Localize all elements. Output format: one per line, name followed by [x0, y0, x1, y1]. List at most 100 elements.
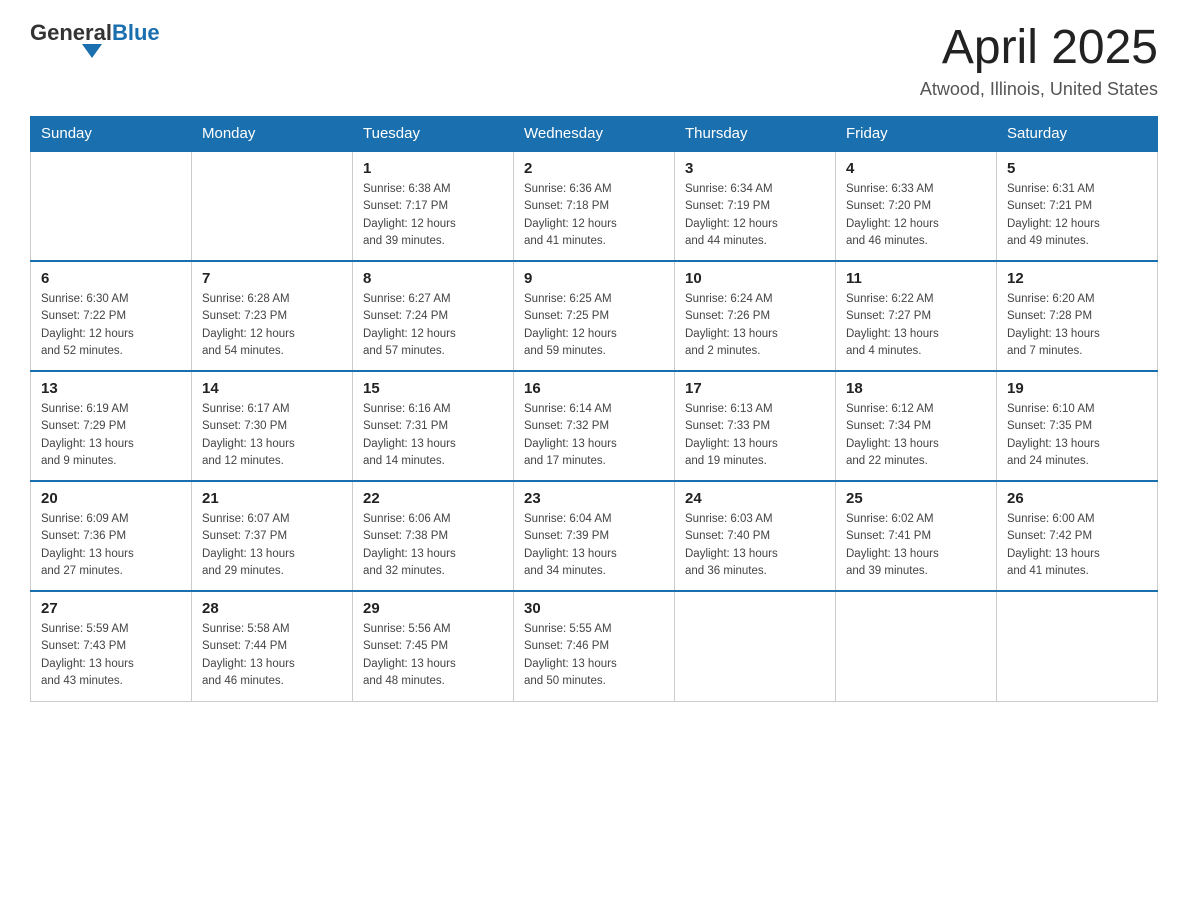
day-info: Sunrise: 6:02 AM Sunset: 7:41 PM Dayligh…: [846, 511, 986, 580]
calendar-day-cell: 17Sunrise: 6:13 AM Sunset: 7:33 PM Dayli…: [675, 371, 836, 481]
day-info: Sunrise: 6:31 AM Sunset: 7:21 PM Dayligh…: [1007, 181, 1147, 250]
logo-arrow-icon: [82, 44, 102, 58]
day-info: Sunrise: 5:58 AM Sunset: 7:44 PM Dayligh…: [202, 621, 342, 690]
day-number: 6: [41, 270, 181, 287]
day-info: Sunrise: 6:19 AM Sunset: 7:29 PM Dayligh…: [41, 401, 181, 470]
calendar-day-header: Wednesday: [514, 117, 675, 152]
day-info: Sunrise: 6:04 AM Sunset: 7:39 PM Dayligh…: [524, 511, 664, 580]
day-info: Sunrise: 6:20 AM Sunset: 7:28 PM Dayligh…: [1007, 291, 1147, 360]
calendar-day-header: Thursday: [675, 117, 836, 152]
day-number: 27: [41, 600, 181, 617]
calendar-day-cell: 21Sunrise: 6:07 AM Sunset: 7:37 PM Dayli…: [192, 481, 353, 591]
day-number: 20: [41, 490, 181, 507]
day-number: 11: [846, 270, 986, 287]
day-info: Sunrise: 6:30 AM Sunset: 7:22 PM Dayligh…: [41, 291, 181, 360]
day-number: 12: [1007, 270, 1147, 287]
calendar-day-cell: 30 Sunrise: 5:55 AM Sunset: 7:46 PM Dayli…: [514, 591, 675, 701]
day-info: Sunrise: 6:10 AM Sunset: 7:35 PM Dayligh…: [1007, 401, 1147, 470]
calendar-day-cell: 13 Sunrise: 6:19 AM Sunset: 7:29 PM Dayli…: [31, 371, 192, 481]
day-number: 10: [685, 270, 825, 287]
day-number: 22: [363, 490, 503, 507]
calendar-day-cell: 26 Sunrise: 6:00 AM Sunset: 7:42 PM Dayli…: [997, 481, 1158, 591]
day-info: Sunrise: 6:17 AM Sunset: 7:30 PM Dayligh…: [202, 401, 342, 470]
page-title: April 2025: [920, 20, 1158, 75]
calendar-table: SundayMondayTuesdayWednesdayThursdayFrid…: [30, 116, 1158, 702]
day-number: 21: [202, 490, 342, 507]
calendar-day-cell: [836, 591, 997, 701]
calendar-day-header: Monday: [192, 117, 353, 152]
day-info: Sunrise: 5:59 AM Sunset: 7:43 PM Dayligh…: [41, 621, 181, 690]
day-number: 19: [1007, 380, 1147, 397]
calendar-week-row: 6 Sunrise: 6:30 AM Sunset: 7:22 PM Daylig…: [31, 261, 1158, 371]
calendar-day-cell: [192, 151, 353, 261]
day-number: 29: [363, 600, 503, 617]
day-info: Sunrise: 6:06 AM Sunset: 7:38 PM Dayligh…: [363, 511, 503, 580]
calendar-day-cell: 14Sunrise: 6:17 AM Sunset: 7:30 PM Dayli…: [192, 371, 353, 481]
day-info: Sunrise: 6:27 AM Sunset: 7:24 PM Dayligh…: [363, 291, 503, 360]
day-info: Sunrise: 6:28 AM Sunset: 7:23 PM Dayligh…: [202, 291, 342, 360]
day-number: 8: [363, 270, 503, 287]
calendar-week-row: 27 Sunrise: 5:59 AM Sunset: 7:43 PM Dayli…: [31, 591, 1158, 701]
day-info: Sunrise: 6:34 AM Sunset: 7:19 PM Dayligh…: [685, 181, 825, 250]
calendar-day-cell: 18 Sunrise: 6:12 AM Sunset: 7:34 PM Dayli…: [836, 371, 997, 481]
day-number: 3: [685, 160, 825, 177]
calendar-day-cell: 24 Sunrise: 6:03 AM Sunset: 7:40 PM Dayli…: [675, 481, 836, 591]
day-info: Sunrise: 6:36 AM Sunset: 7:18 PM Dayligh…: [524, 181, 664, 250]
calendar-header-row: SundayMondayTuesdayWednesdayThursdayFrid…: [31, 117, 1158, 152]
calendar-day-header: Sunday: [31, 117, 192, 152]
calendar-day-cell: 29Sunrise: 5:56 AM Sunset: 7:45 PM Dayli…: [353, 591, 514, 701]
calendar-day-cell: 28 Sunrise: 5:58 AM Sunset: 7:44 PM Dayli…: [192, 591, 353, 701]
page-header: GeneralBlue April 2025 Atwood, Illinois,…: [30, 20, 1158, 100]
day-info: Sunrise: 6:38 AM Sunset: 7:17 PM Dayligh…: [363, 181, 503, 250]
day-number: 26: [1007, 490, 1147, 507]
calendar-day-cell: 5 Sunrise: 6:31 AM Sunset: 7:21 PM Daylig…: [997, 151, 1158, 261]
day-info: Sunrise: 6:16 AM Sunset: 7:31 PM Dayligh…: [363, 401, 503, 470]
calendar-day-header: Friday: [836, 117, 997, 152]
day-number: 30: [524, 600, 664, 617]
calendar-day-cell: 12 Sunrise: 6:20 AM Sunset: 7:28 PM Dayli…: [997, 261, 1158, 371]
calendar-day-cell: 1 Sunrise: 6:38 AM Sunset: 7:17 PM Daylig…: [353, 151, 514, 261]
day-number: 24: [685, 490, 825, 507]
day-number: 16: [524, 380, 664, 397]
calendar-day-cell: 10 Sunrise: 6:24 AM Sunset: 7:26 PM Dayli…: [675, 261, 836, 371]
day-number: 7: [202, 270, 342, 287]
title-section: April 2025 Atwood, Illinois, United Stat…: [920, 20, 1158, 100]
day-info: Sunrise: 5:55 AM Sunset: 7:46 PM Dayligh…: [524, 621, 664, 690]
logo: GeneralBlue: [30, 20, 160, 58]
calendar-day-cell: 7 Sunrise: 6:28 AM Sunset: 7:23 PM Daylig…: [192, 261, 353, 371]
day-number: 17: [685, 380, 825, 397]
calendar-week-row: 1 Sunrise: 6:38 AM Sunset: 7:17 PM Daylig…: [31, 151, 1158, 261]
day-number: 5: [1007, 160, 1147, 177]
calendar-day-cell: 23 Sunrise: 6:04 AM Sunset: 7:39 PM Dayli…: [514, 481, 675, 591]
day-number: 23: [524, 490, 664, 507]
day-info: Sunrise: 6:12 AM Sunset: 7:34 PM Dayligh…: [846, 401, 986, 470]
day-number: 15: [363, 380, 503, 397]
day-info: Sunrise: 6:22 AM Sunset: 7:27 PM Dayligh…: [846, 291, 986, 360]
logo-blue: Blue: [112, 20, 160, 45]
calendar-day-cell: 27 Sunrise: 5:59 AM Sunset: 7:43 PM Dayli…: [31, 591, 192, 701]
day-info: Sunrise: 6:03 AM Sunset: 7:40 PM Dayligh…: [685, 511, 825, 580]
day-number: 28: [202, 600, 342, 617]
calendar-day-cell: 22 Sunrise: 6:06 AM Sunset: 7:38 PM Dayli…: [353, 481, 514, 591]
day-info: Sunrise: 6:00 AM Sunset: 7:42 PM Dayligh…: [1007, 511, 1147, 580]
day-number: 1: [363, 160, 503, 177]
calendar-day-cell: 20 Sunrise: 6:09 AM Sunset: 7:36 PM Dayli…: [31, 481, 192, 591]
page-subtitle: Atwood, Illinois, United States: [920, 79, 1158, 100]
calendar-day-cell: 6 Sunrise: 6:30 AM Sunset: 7:22 PM Daylig…: [31, 261, 192, 371]
calendar-day-cell: [675, 591, 836, 701]
calendar-day-cell: 15 Sunrise: 6:16 AM Sunset: 7:31 PM Dayli…: [353, 371, 514, 481]
day-info: Sunrise: 6:24 AM Sunset: 7:26 PM Dayligh…: [685, 291, 825, 360]
day-number: 9: [524, 270, 664, 287]
day-info: Sunrise: 6:33 AM Sunset: 7:20 PM Dayligh…: [846, 181, 986, 250]
day-number: 25: [846, 490, 986, 507]
day-info: Sunrise: 6:09 AM Sunset: 7:36 PM Dayligh…: [41, 511, 181, 580]
day-number: 13: [41, 380, 181, 397]
calendar-day-cell: [997, 591, 1158, 701]
calendar-day-cell: 2 Sunrise: 6:36 AM Sunset: 7:18 PM Daylig…: [514, 151, 675, 261]
calendar-day-cell: 25 Sunrise: 6:02 AM Sunset: 7:41 PM Dayli…: [836, 481, 997, 591]
day-number: 2: [524, 160, 664, 177]
day-number: 18: [846, 380, 986, 397]
calendar-day-cell: 11 Sunrise: 6:22 AM Sunset: 7:27 PM Dayli…: [836, 261, 997, 371]
day-number: 4: [846, 160, 986, 177]
day-info: Sunrise: 6:25 AM Sunset: 7:25 PM Dayligh…: [524, 291, 664, 360]
